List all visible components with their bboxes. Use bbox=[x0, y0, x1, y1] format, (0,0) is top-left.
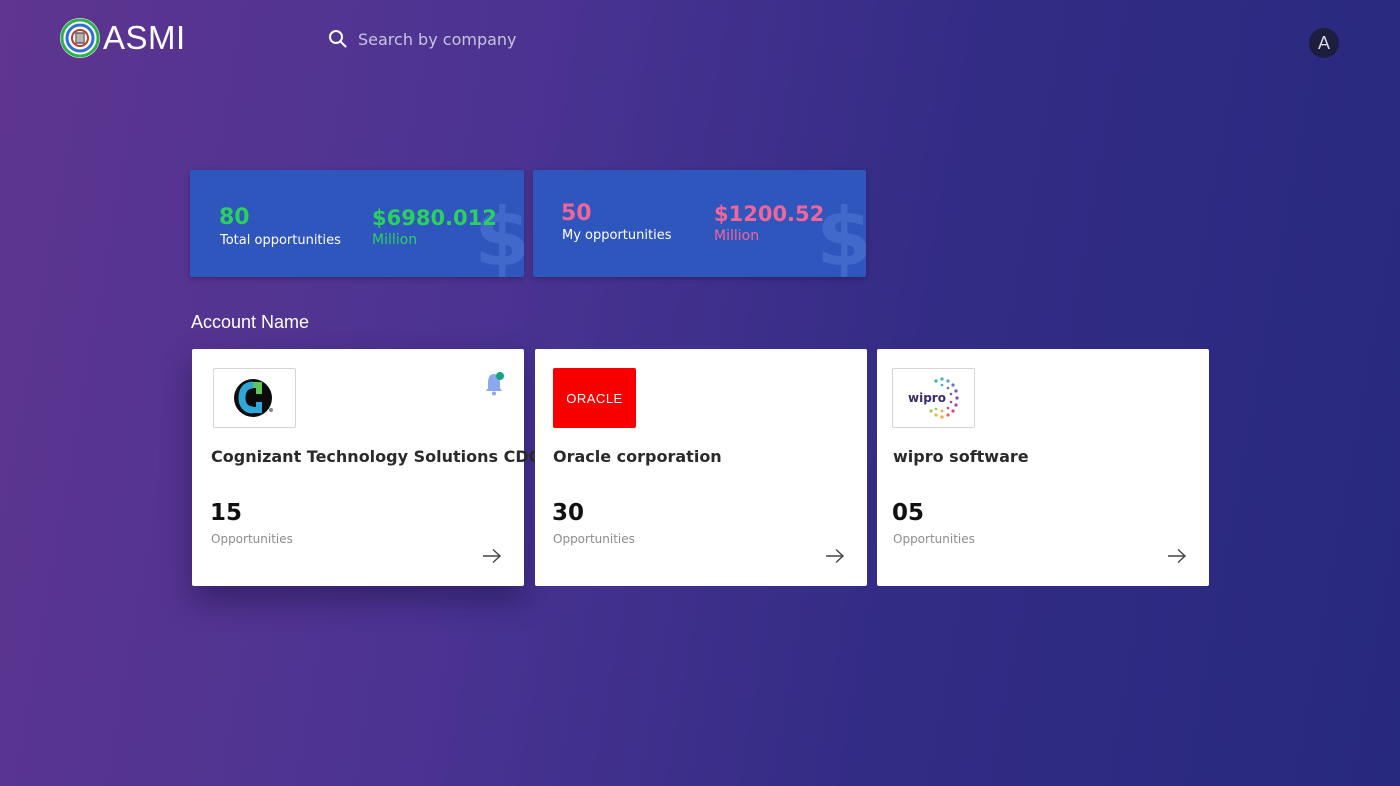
section-title: Account Name bbox=[191, 312, 310, 332]
user-avatar[interactable]: A bbox=[1309, 28, 1339, 58]
asmi-logo-icon bbox=[60, 18, 100, 58]
oracle-logo: ORACLE bbox=[553, 368, 636, 428]
oracle-logo-text: ORACLE bbox=[566, 390, 623, 406]
search-icon bbox=[329, 30, 347, 48]
opportunity-count: 30 bbox=[552, 500, 585, 526]
wipro-logo: wipro bbox=[892, 368, 975, 428]
cognizant-logo bbox=[213, 368, 296, 428]
brand-name: ASMI bbox=[103, 19, 186, 56]
account-name: Cognizant Technology Solutions CDC bbox=[211, 447, 541, 466]
my-opportunities-label: My opportunities bbox=[562, 228, 672, 243]
account-name: wipro software bbox=[893, 447, 1029, 466]
total-opportunities-count: 80 bbox=[219, 205, 250, 230]
account-card-wipro[interactable]: wipro wipro software 05 Opportunities bbox=[877, 349, 1209, 586]
total-opportunities-card: $ 80 Total opportunities $6980.012 Milli… bbox=[190, 170, 524, 277]
arrow-right-icon[interactable] bbox=[1167, 548, 1187, 564]
account-card-oracle[interactable]: ORACLE Oracle corporation 30 Opportuniti… bbox=[535, 349, 867, 586]
opportunity-count-label: Opportunities bbox=[211, 532, 293, 546]
account-name: Oracle corporation bbox=[553, 447, 722, 466]
my-opportunities-unit: Million bbox=[714, 228, 760, 244]
total-opportunities-unit: Million bbox=[372, 232, 418, 248]
wipro-logo-text: wipro bbox=[908, 391, 946, 405]
opportunity-count: 05 bbox=[892, 500, 925, 526]
arrow-right-icon[interactable] bbox=[482, 548, 502, 564]
account-card-cognizant[interactable]: Cognizant Technology Solutions CDC 15 Op… bbox=[192, 349, 540, 586]
search-input[interactable] bbox=[358, 29, 698, 49]
my-opportunities-count: 50 bbox=[561, 201, 592, 226]
my-opportunities-amount: $1200.52 bbox=[714, 202, 825, 226]
total-opportunities-amount: $6980.012 bbox=[372, 206, 497, 230]
opportunity-count-label: Opportunities bbox=[553, 532, 635, 546]
opportunity-count-label: Opportunities bbox=[893, 532, 975, 546]
brand-logo[interactable]: ASMI bbox=[60, 18, 186, 58]
notification-bell-icon[interactable] bbox=[484, 371, 504, 397]
total-opportunities-label: Total opportunities bbox=[220, 233, 341, 248]
arrow-right-icon[interactable] bbox=[825, 548, 845, 564]
opportunity-count: 15 bbox=[210, 500, 243, 526]
my-opportunities-card: $ 50 My opportunities $1200.52 Million bbox=[533, 170, 866, 277]
search-bar[interactable] bbox=[328, 29, 728, 49]
